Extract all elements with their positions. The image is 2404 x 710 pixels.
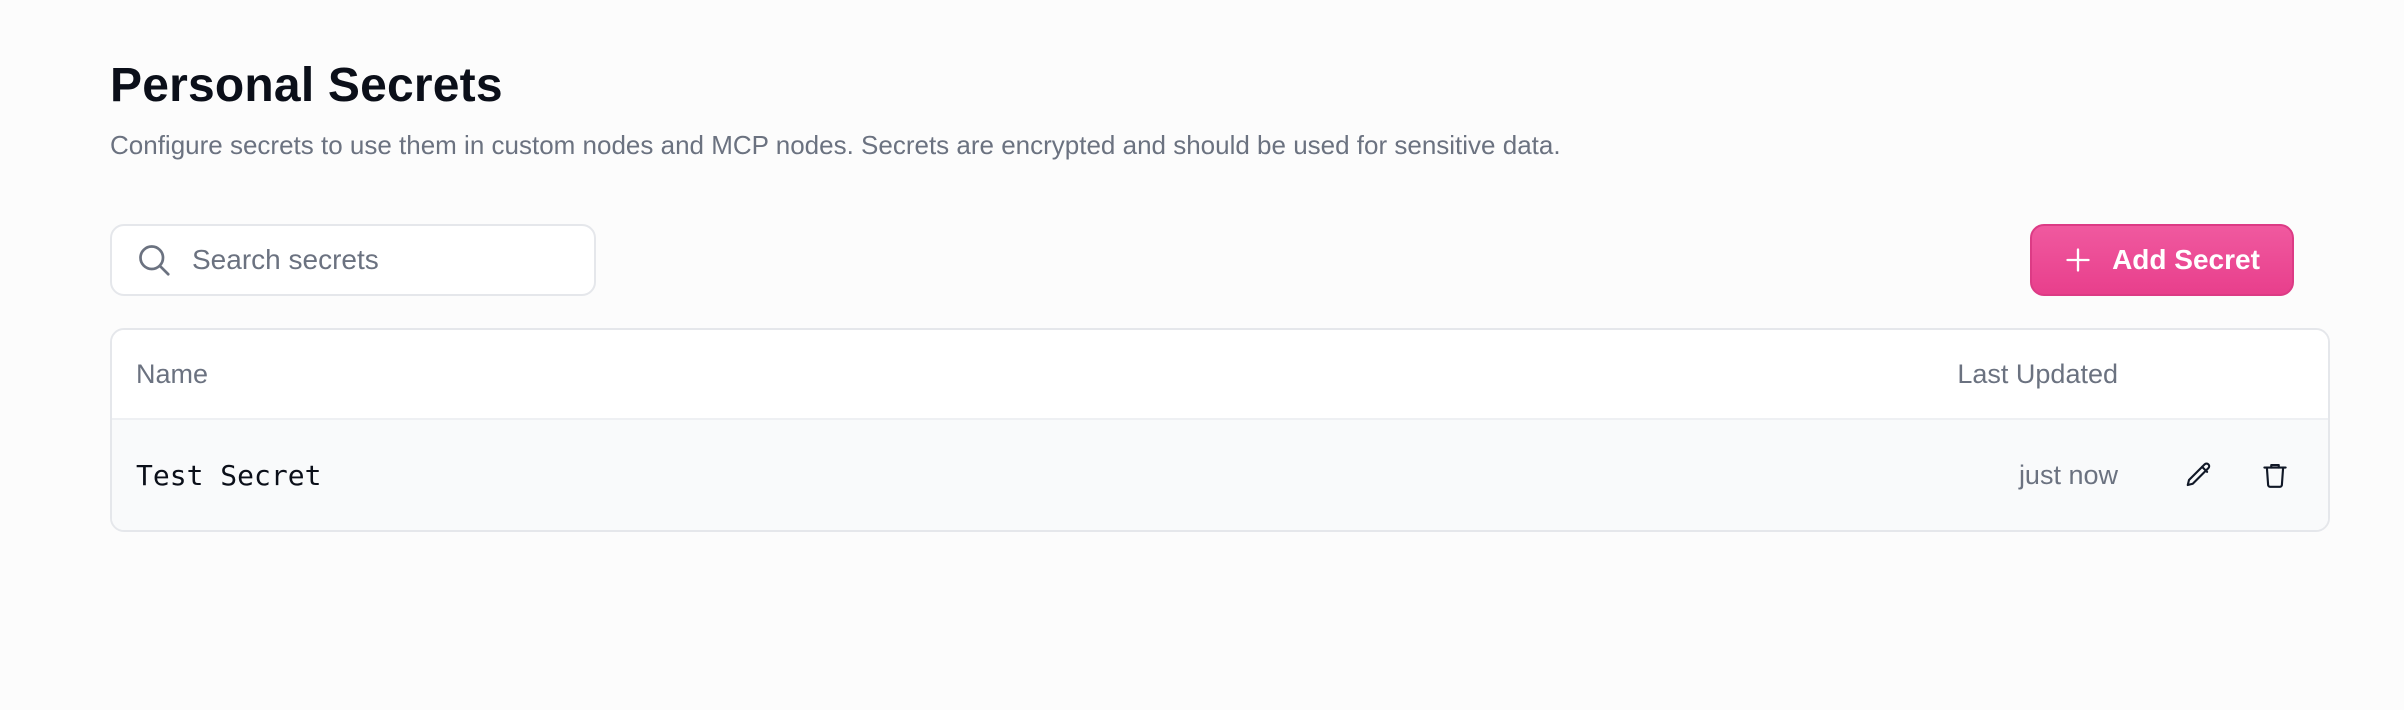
page-subtitle: Configure secrets to use them in custom … <box>110 130 1561 160</box>
secret-name: Test Secret <box>136 458 322 492</box>
pencil-icon <box>2186 462 2211 487</box>
trash-icon <box>2263 463 2287 488</box>
column-header-name: Name <box>136 358 209 389</box>
toolbar: Add Secret <box>110 224 2294 296</box>
column-header-last-updated: Last Updated <box>1957 358 2118 389</box>
plus-icon <box>2066 248 2090 272</box>
table-row[interactable]: Test Secret just now <box>112 420 2328 530</box>
search-input[interactable] <box>192 230 594 290</box>
page-title: Personal Secrets <box>110 59 503 112</box>
edit-secret-button[interactable] <box>2178 454 2220 496</box>
table-header: Name Last Updated <box>112 330 2328 420</box>
secrets-table: Name Last Updated Test Secret just now <box>110 328 2330 532</box>
row-actions <box>2128 454 2328 496</box>
search-icon <box>139 245 170 276</box>
secrets-page: Personal Secrets Configure secrets to us… <box>0 0 2404 710</box>
search-box[interactable] <box>110 224 596 296</box>
add-secret-label: Add Secret <box>2112 244 2260 275</box>
delete-secret-button[interactable] <box>2254 454 2296 496</box>
add-secret-button[interactable]: Add Secret <box>2030 224 2294 296</box>
secret-last-updated: just now <box>2018 459 2118 490</box>
